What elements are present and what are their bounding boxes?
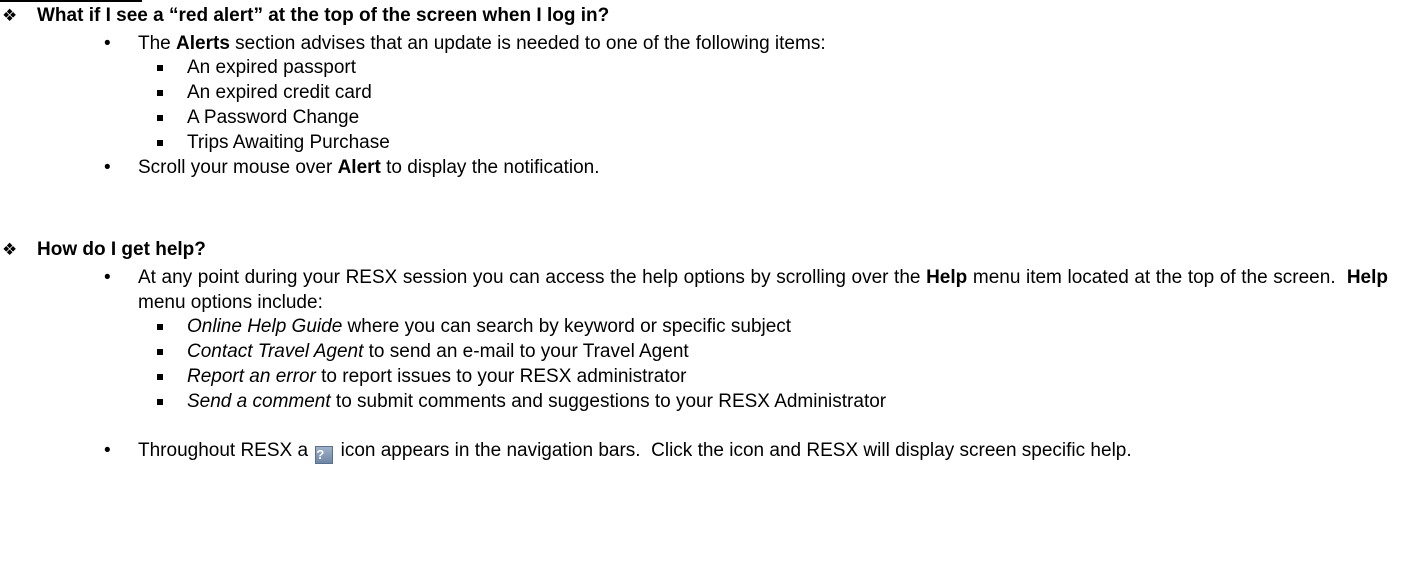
diamond-bullet-icon: ❖ (2, 6, 18, 26)
diamond-bullet-icon: ❖ (2, 240, 18, 260)
square-bullet-icon (157, 374, 163, 380)
list-item-scroll-tip: • Scroll your mouse over Alert to displa… (104, 157, 600, 178)
help-icon: ? (315, 446, 334, 464)
square-bullet-icon (157, 65, 163, 71)
bullet-icon: • (104, 440, 111, 461)
list-item-icon-tip: • Throughout RESX a ? icon appears in th… (104, 440, 1132, 464)
square-bullet-icon (157, 140, 163, 146)
list-item-alerts-intro: • The Alerts section advises that an upd… (104, 33, 826, 54)
help-term: Help (926, 267, 968, 288)
bullet-icon: • (104, 33, 111, 54)
question-text: How do I get help? (37, 239, 206, 260)
square-bullet-icon (157, 324, 163, 330)
top-rule (0, 0, 142, 2)
square-bullet-icon (157, 115, 163, 121)
alert-term: Alert (337, 157, 381, 178)
square-bullet-icon (157, 90, 163, 96)
list-item-help-intro: • At any point during your RESX session … (104, 267, 1388, 313)
bullet-icon: • (104, 267, 111, 288)
bullet-icon: • (104, 157, 111, 178)
alerts-term: Alerts (176, 33, 230, 54)
help-term: Help (1346, 267, 1388, 288)
square-bullet-icon (157, 349, 163, 355)
square-bullet-icon (157, 399, 163, 405)
question-text: What if I see a “red alert” at the top o… (37, 5, 610, 26)
